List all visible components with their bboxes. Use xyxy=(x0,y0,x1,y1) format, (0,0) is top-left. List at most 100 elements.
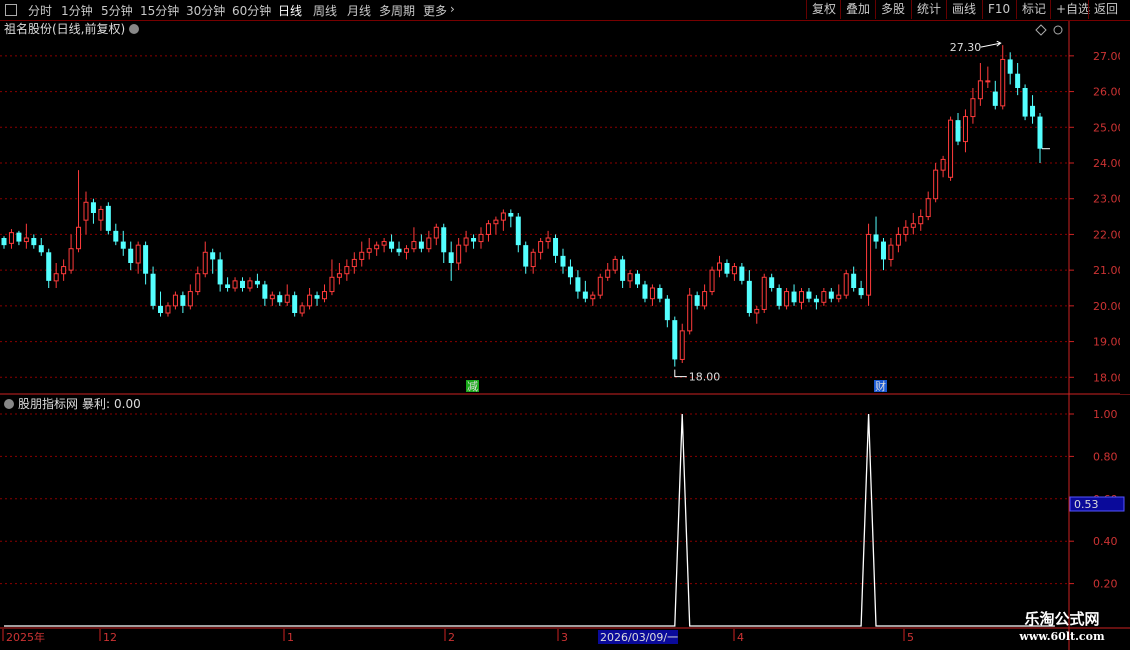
candle-body xyxy=(314,295,320,299)
candle-body xyxy=(403,248,409,253)
candle-body xyxy=(784,291,790,307)
candle-body xyxy=(210,252,216,260)
indicator-title: 股朋指标网 xyxy=(18,396,78,411)
candle-body xyxy=(754,308,760,314)
candle-body xyxy=(329,276,335,293)
candle-body xyxy=(925,198,931,218)
watermark-line2: www.60lt.com xyxy=(1019,630,1105,643)
candle-body xyxy=(880,241,886,260)
candle-body xyxy=(381,241,387,246)
candle-body xyxy=(23,237,29,243)
candle-body xyxy=(672,320,678,360)
date-label: 1 xyxy=(287,631,294,644)
candle-body xyxy=(605,269,611,278)
candle-body xyxy=(277,295,283,303)
candle-body xyxy=(620,259,626,281)
title-dropdown-icon[interactable] xyxy=(129,24,139,34)
candle-body xyxy=(687,294,693,332)
low-annotation: 18.00 xyxy=(689,371,721,384)
candle-body xyxy=(798,291,804,303)
low-arrow xyxy=(674,369,687,378)
candle-body xyxy=(493,219,499,225)
candle-body xyxy=(46,252,52,281)
candle-body xyxy=(105,205,111,231)
candle-body xyxy=(724,263,730,274)
candle-body xyxy=(269,294,275,300)
date-cursor-label: 2026/03/09/一 xyxy=(600,631,678,644)
candle-body xyxy=(1037,116,1043,149)
date-label: 2025年 xyxy=(6,630,45,644)
candle-body xyxy=(83,201,89,221)
candle-body xyxy=(247,280,253,289)
event-tag-2: 财 xyxy=(875,379,886,393)
diamond-icon[interactable] xyxy=(1035,24,1047,36)
candle-body xyxy=(321,291,327,300)
candle-body xyxy=(791,291,797,303)
candle-body xyxy=(1,238,7,246)
price-tick-label: 23.00 xyxy=(1093,193,1125,206)
event-tag-1: 减 xyxy=(467,380,478,393)
candle-body xyxy=(962,116,968,143)
candle-body xyxy=(98,208,104,221)
candle-body xyxy=(500,212,506,221)
circle-icon[interactable] xyxy=(1053,25,1063,35)
candle-body xyxy=(262,284,268,299)
candle-body xyxy=(307,294,313,307)
candle-body xyxy=(866,233,872,296)
price-tick-label: 21.00 xyxy=(1093,264,1125,277)
candle-body xyxy=(560,255,566,267)
candle-body xyxy=(910,223,916,228)
candle-body xyxy=(471,238,477,242)
indicator-tick-label: 0.40 xyxy=(1093,535,1118,548)
candle-body xyxy=(38,245,44,253)
candle-body xyxy=(120,241,126,249)
price-tick-label: 26.00 xyxy=(1093,86,1125,99)
candle-body xyxy=(336,273,342,278)
price-tick-label: 27.00 xyxy=(1093,50,1125,63)
candle-body xyxy=(888,244,894,260)
candle-body xyxy=(232,280,238,289)
candle-body xyxy=(739,266,745,281)
candle-body xyxy=(761,276,767,310)
candle-body xyxy=(202,251,208,275)
candle-body xyxy=(538,241,544,253)
candle-body xyxy=(389,241,395,249)
candle-body xyxy=(515,216,521,246)
candle-body xyxy=(1022,88,1028,117)
candle-body xyxy=(344,266,350,275)
candle-body xyxy=(195,273,201,293)
candle-body xyxy=(717,262,723,271)
candle-body xyxy=(284,294,290,303)
candle-body xyxy=(411,241,417,250)
candle-body xyxy=(836,294,842,300)
price-tick-label: 22.00 xyxy=(1093,228,1125,241)
candle-body xyxy=(1030,105,1036,117)
candle-body xyxy=(612,258,618,271)
candle-body xyxy=(165,305,171,314)
date-label: 4 xyxy=(737,631,744,644)
candle-body xyxy=(433,226,439,239)
high-annotation: 27.30 xyxy=(950,41,982,54)
candle-body xyxy=(172,294,178,307)
candle-body xyxy=(635,273,641,285)
candle-body xyxy=(903,226,909,235)
candle-body xyxy=(769,277,775,288)
candle-body xyxy=(456,244,462,264)
candle-body xyxy=(731,266,737,275)
candle-body xyxy=(351,258,357,268)
candle-body xyxy=(53,273,59,282)
candle-body xyxy=(240,280,246,288)
main-chart-title: 祖名股份(日线,前复权) xyxy=(4,21,125,36)
candle-body xyxy=(76,226,82,250)
candle-body xyxy=(158,305,164,313)
candle-body xyxy=(746,280,752,313)
indicator-line xyxy=(4,413,1055,627)
candle-body xyxy=(821,291,827,303)
candle-body xyxy=(858,288,864,296)
candle-body xyxy=(1015,73,1021,88)
indicator-dropdown-icon[interactable] xyxy=(4,399,14,409)
price-tick-label: 18.00 xyxy=(1093,371,1125,384)
candle-body xyxy=(977,80,983,100)
high-arrow xyxy=(980,40,1002,48)
candle-body xyxy=(649,287,655,300)
